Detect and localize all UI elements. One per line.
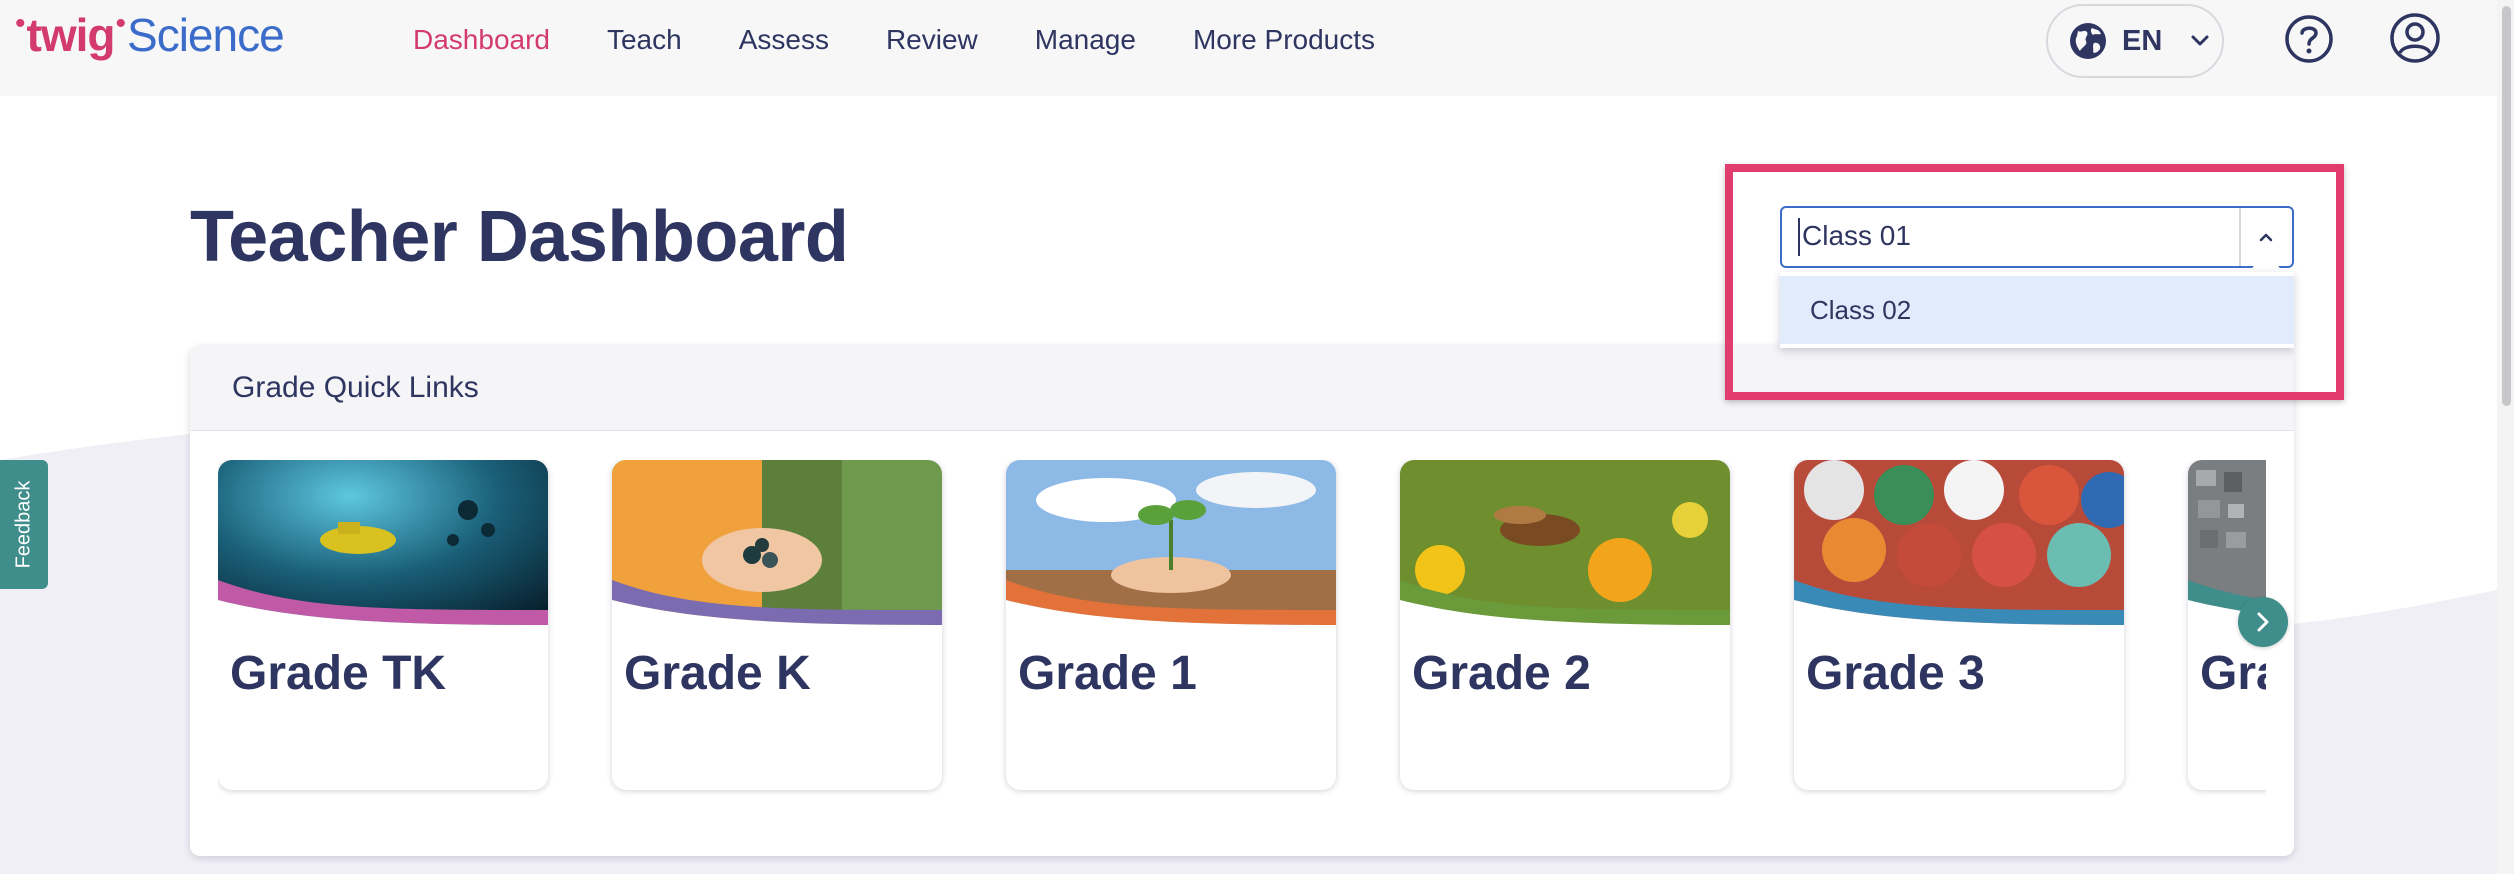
nav-more-products[interactable]: More Products bbox=[1193, 24, 1375, 56]
scrollbar-thumb[interactable] bbox=[2502, 6, 2511, 406]
grade-card-label: Grade 1 bbox=[1018, 647, 1197, 700]
nav-teach[interactable]: Teach bbox=[607, 24, 682, 56]
panel-heading: Grade Quick Links bbox=[232, 371, 479, 404]
page-title: Teacher Dashboard bbox=[190, 197, 849, 277]
carousel-next-button[interactable] bbox=[2238, 597, 2288, 647]
grade-card-label: Grade 2 bbox=[1412, 647, 1591, 700]
grade-card-label: Gra bbox=[2200, 647, 2266, 700]
nav-review[interactable]: Review bbox=[886, 24, 978, 56]
hands-holding-seedling-image bbox=[1006, 460, 1336, 640]
feedback-tab[interactable]: Feedback bbox=[0, 460, 48, 589]
hummingbird-moth-flowers-image bbox=[1400, 460, 1730, 640]
nav-manage[interactable]: Manage bbox=[1035, 24, 1136, 56]
top-navigation-bar: • twig • Science Dashboard Teach Assess … bbox=[0, 0, 2497, 96]
question-circle-icon[interactable] bbox=[2284, 14, 2334, 64]
grade-card-k[interactable]: Grade K bbox=[612, 460, 942, 790]
grade-card-label: Grade K bbox=[624, 647, 811, 700]
logo-science-text: Science bbox=[127, 9, 285, 61]
globe-icon bbox=[2070, 23, 2106, 59]
grade-card-3[interactable]: Grade 3 bbox=[1794, 460, 2124, 790]
hands-holding-rocks-image bbox=[612, 460, 942, 640]
pile-of-balls-image bbox=[1794, 460, 2124, 640]
grade-quick-links-panel: Grade Quick Links Grade TK Grade K Grade… bbox=[190, 346, 2294, 856]
feedback-label: Feedback bbox=[12, 480, 35, 569]
logo-twig-text: twig bbox=[26, 9, 116, 61]
user-circle-icon[interactable] bbox=[2389, 12, 2441, 64]
grade-card-1[interactable]: Grade 1 bbox=[1006, 460, 1336, 790]
language-code: EN bbox=[2122, 24, 2163, 57]
language-selector[interactable]: EN bbox=[2046, 4, 2224, 78]
grade-card-2[interactable]: Grade 2 bbox=[1400, 460, 1730, 790]
highlight-annotation-box bbox=[1725, 164, 2344, 400]
grade-card-label: Grade TK bbox=[230, 647, 447, 700]
grade-card-tk[interactable]: Grade TK bbox=[218, 460, 548, 790]
chevron-right-icon bbox=[2257, 612, 2269, 632]
nav-assess[interactable]: Assess bbox=[739, 24, 829, 56]
grade-card-label: Grade 3 bbox=[1806, 647, 1985, 700]
page-scrollbar[interactable] bbox=[2497, 0, 2514, 874]
chevron-down-icon bbox=[2191, 35, 2209, 46]
nav-dashboard[interactable]: Dashboard bbox=[413, 24, 550, 56]
grade-card-carousel: Grade TK Grade K Grade 1 Grade 2 Grade 3… bbox=[218, 460, 2266, 800]
underwater-submarine-image bbox=[218, 460, 548, 640]
main-nav: Dashboard Teach Assess Review Manage Mor… bbox=[413, 24, 1432, 56]
twig-science-logo[interactable]: • twig • Science bbox=[14, 7, 285, 68]
